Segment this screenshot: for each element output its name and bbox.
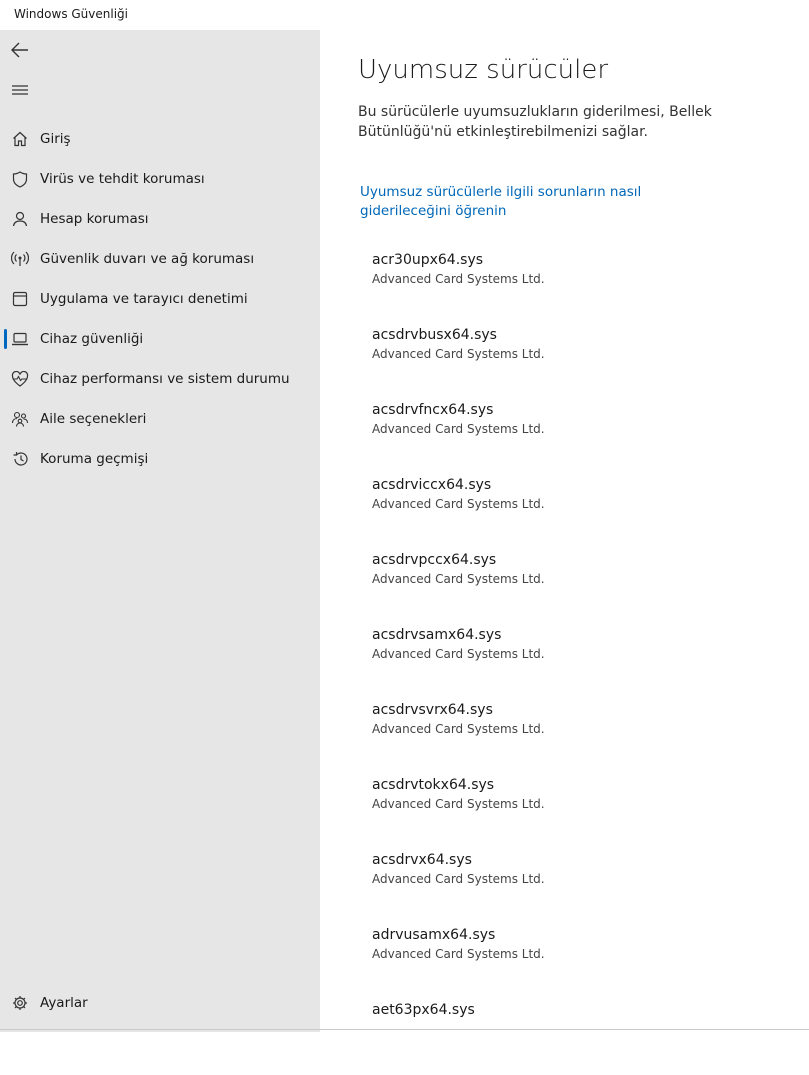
sidebar-item-label: Cihaz güvenliği (40, 331, 144, 347)
history-icon (0, 451, 40, 467)
driver-item: acsdrvtokx64.sys Advanced Card Systems Lt… (372, 775, 792, 850)
driver-company: Advanced Card Systems Ltd. (372, 572, 545, 586)
sidebar-item-device-performance[interactable]: Cihaz performansı ve sistem durumu (0, 359, 320, 399)
driver-name: aet63px64.sys (372, 1002, 475, 1018)
driver-name: acsdrvfncx64.sys (372, 402, 494, 418)
sidebar-item-label: Hesap koruması (40, 211, 149, 227)
gear-icon (0, 995, 40, 1011)
driver-item: acsdrvbusx64.sys Advanced Card Systems Lt… (372, 325, 792, 400)
sidebar-item-firewall[interactable]: Güvenlik duvarı ve ağ koruması (0, 239, 320, 279)
back-arrow-icon (11, 42, 29, 58)
troubleshoot-link[interactable]: Uyumsuz sürücülerle ilgili sorunların na… (360, 183, 730, 221)
back-button[interactable] (8, 38, 32, 62)
sidebar-item-label: Cihaz performansı ve sistem durumu (40, 371, 290, 387)
sidebar-item-home[interactable]: Giriş (0, 119, 320, 159)
sidebar-item-label: Koruma geçmişi (40, 451, 149, 467)
driver-item: acsdrvsamx64.sys Advanced Card Systems Lt… (372, 625, 792, 700)
driver-item: acsdrvsvrx64.sys Advanced Card Systems Lt… (372, 700, 792, 775)
driver-company: Advanced Card Systems Ltd. (372, 497, 545, 511)
home-icon (0, 131, 40, 147)
sidebar-item-family-options[interactable]: Aile seçenekleri (0, 399, 320, 439)
driver-item: aet63px64.sys (372, 1000, 792, 1075)
sidebar: Giriş Virüs ve tehdit koruması Hesap kor… (0, 30, 320, 1032)
driver-item: acr30upx64.sys Advanced Card Systems Ltd. (372, 250, 792, 325)
driver-company: Advanced Card Systems Ltd. (372, 797, 545, 811)
settings-label: Ayarlar (40, 995, 88, 1011)
driver-item: acsdrvx64.sys Advanced Card Systems Ltd. (372, 850, 792, 925)
driver-company: Advanced Card Systems Ltd. (372, 872, 545, 886)
driver-item: acsdrvfncx64.sys Advanced Card Systems Lt… (372, 400, 792, 475)
driver-name: acsdrvx64.sys (372, 852, 472, 868)
sidebar-item-protection-history[interactable]: Koruma geçmişi (0, 439, 320, 479)
page-title: Uyumsuz sürücüler (358, 55, 609, 85)
driver-item: adrvusamx64.sys Advanced Card Systems Ltd… (372, 925, 792, 1000)
driver-name: acsdrvpccx64.sys (372, 552, 497, 568)
driver-company: Advanced Card Systems Ltd. (372, 422, 545, 436)
driver-list: acr30upx64.sys Advanced Card Systems Ltd.… (372, 250, 792, 1075)
bottom-border (0, 1029, 809, 1030)
sidebar-item-label: Giriş (40, 131, 71, 147)
sidebar-item-account-protection[interactable]: Hesap koruması (0, 199, 320, 239)
active-indicator (4, 329, 7, 349)
driver-company: Advanced Card Systems Ltd. (372, 947, 545, 961)
driver-item: acsdrviccx64.sys Advanced Card Systems Lt… (372, 475, 792, 550)
driver-company: Advanced Card Systems Ltd. (372, 347, 545, 361)
driver-name: adrvusamx64.sys (372, 927, 496, 943)
family-icon (0, 411, 40, 427)
sidebar-item-label: Aile seçenekleri (40, 411, 147, 427)
driver-company: Advanced Card Systems Ltd. (372, 722, 545, 736)
heart-icon (0, 371, 40, 387)
driver-name: acsdrviccx64.sys (372, 477, 492, 493)
main-content: Uyumsuz sürücüler Bu sürücülerle uyumsuz… (320, 30, 809, 1032)
sidebar-item-settings[interactable]: Ayarlar (0, 983, 320, 1023)
window-title: Windows Güvenliği (14, 7, 128, 21)
person-icon (0, 211, 40, 227)
driver-name: acsdrvtokx64.sys (372, 777, 495, 793)
driver-name: acsdrvsvrx64.sys (372, 702, 493, 718)
driver-company: Advanced Card Systems Ltd. (372, 272, 545, 286)
menu-button[interactable] (8, 78, 32, 102)
sidebar-item-label: Uygulama ve tarayıcı denetimi (40, 291, 248, 307)
browser-icon (0, 291, 40, 307)
driver-name: acr30upx64.sys (372, 252, 484, 268)
shield-icon (0, 170, 40, 188)
title-bar: Windows Güvenliği (0, 0, 809, 30)
sidebar-item-app-browser-control[interactable]: Uygulama ve tarayıcı denetimi (0, 279, 320, 319)
hamburger-icon (12, 84, 28, 96)
driver-name: acsdrvbusx64.sys (372, 327, 497, 343)
driver-name: acsdrvsamx64.sys (372, 627, 502, 643)
driver-item: acsdrvpccx64.sys Advanced Card Systems Lt… (372, 550, 792, 625)
sidebar-item-device-security[interactable]: Cihaz güvenliği (0, 319, 320, 359)
sidebar-item-label: Virüs ve tehdit koruması (40, 171, 205, 187)
network-icon (0, 251, 40, 267)
driver-company: Advanced Card Systems Ltd. (372, 647, 545, 661)
sidebar-item-virus-protection[interactable]: Virüs ve tehdit koruması (0, 159, 320, 199)
page-description: Bu sürücülerle uyumsuzlukların giderilme… (358, 104, 712, 140)
sidebar-item-label: Güvenlik duvarı ve ağ koruması (40, 251, 255, 267)
